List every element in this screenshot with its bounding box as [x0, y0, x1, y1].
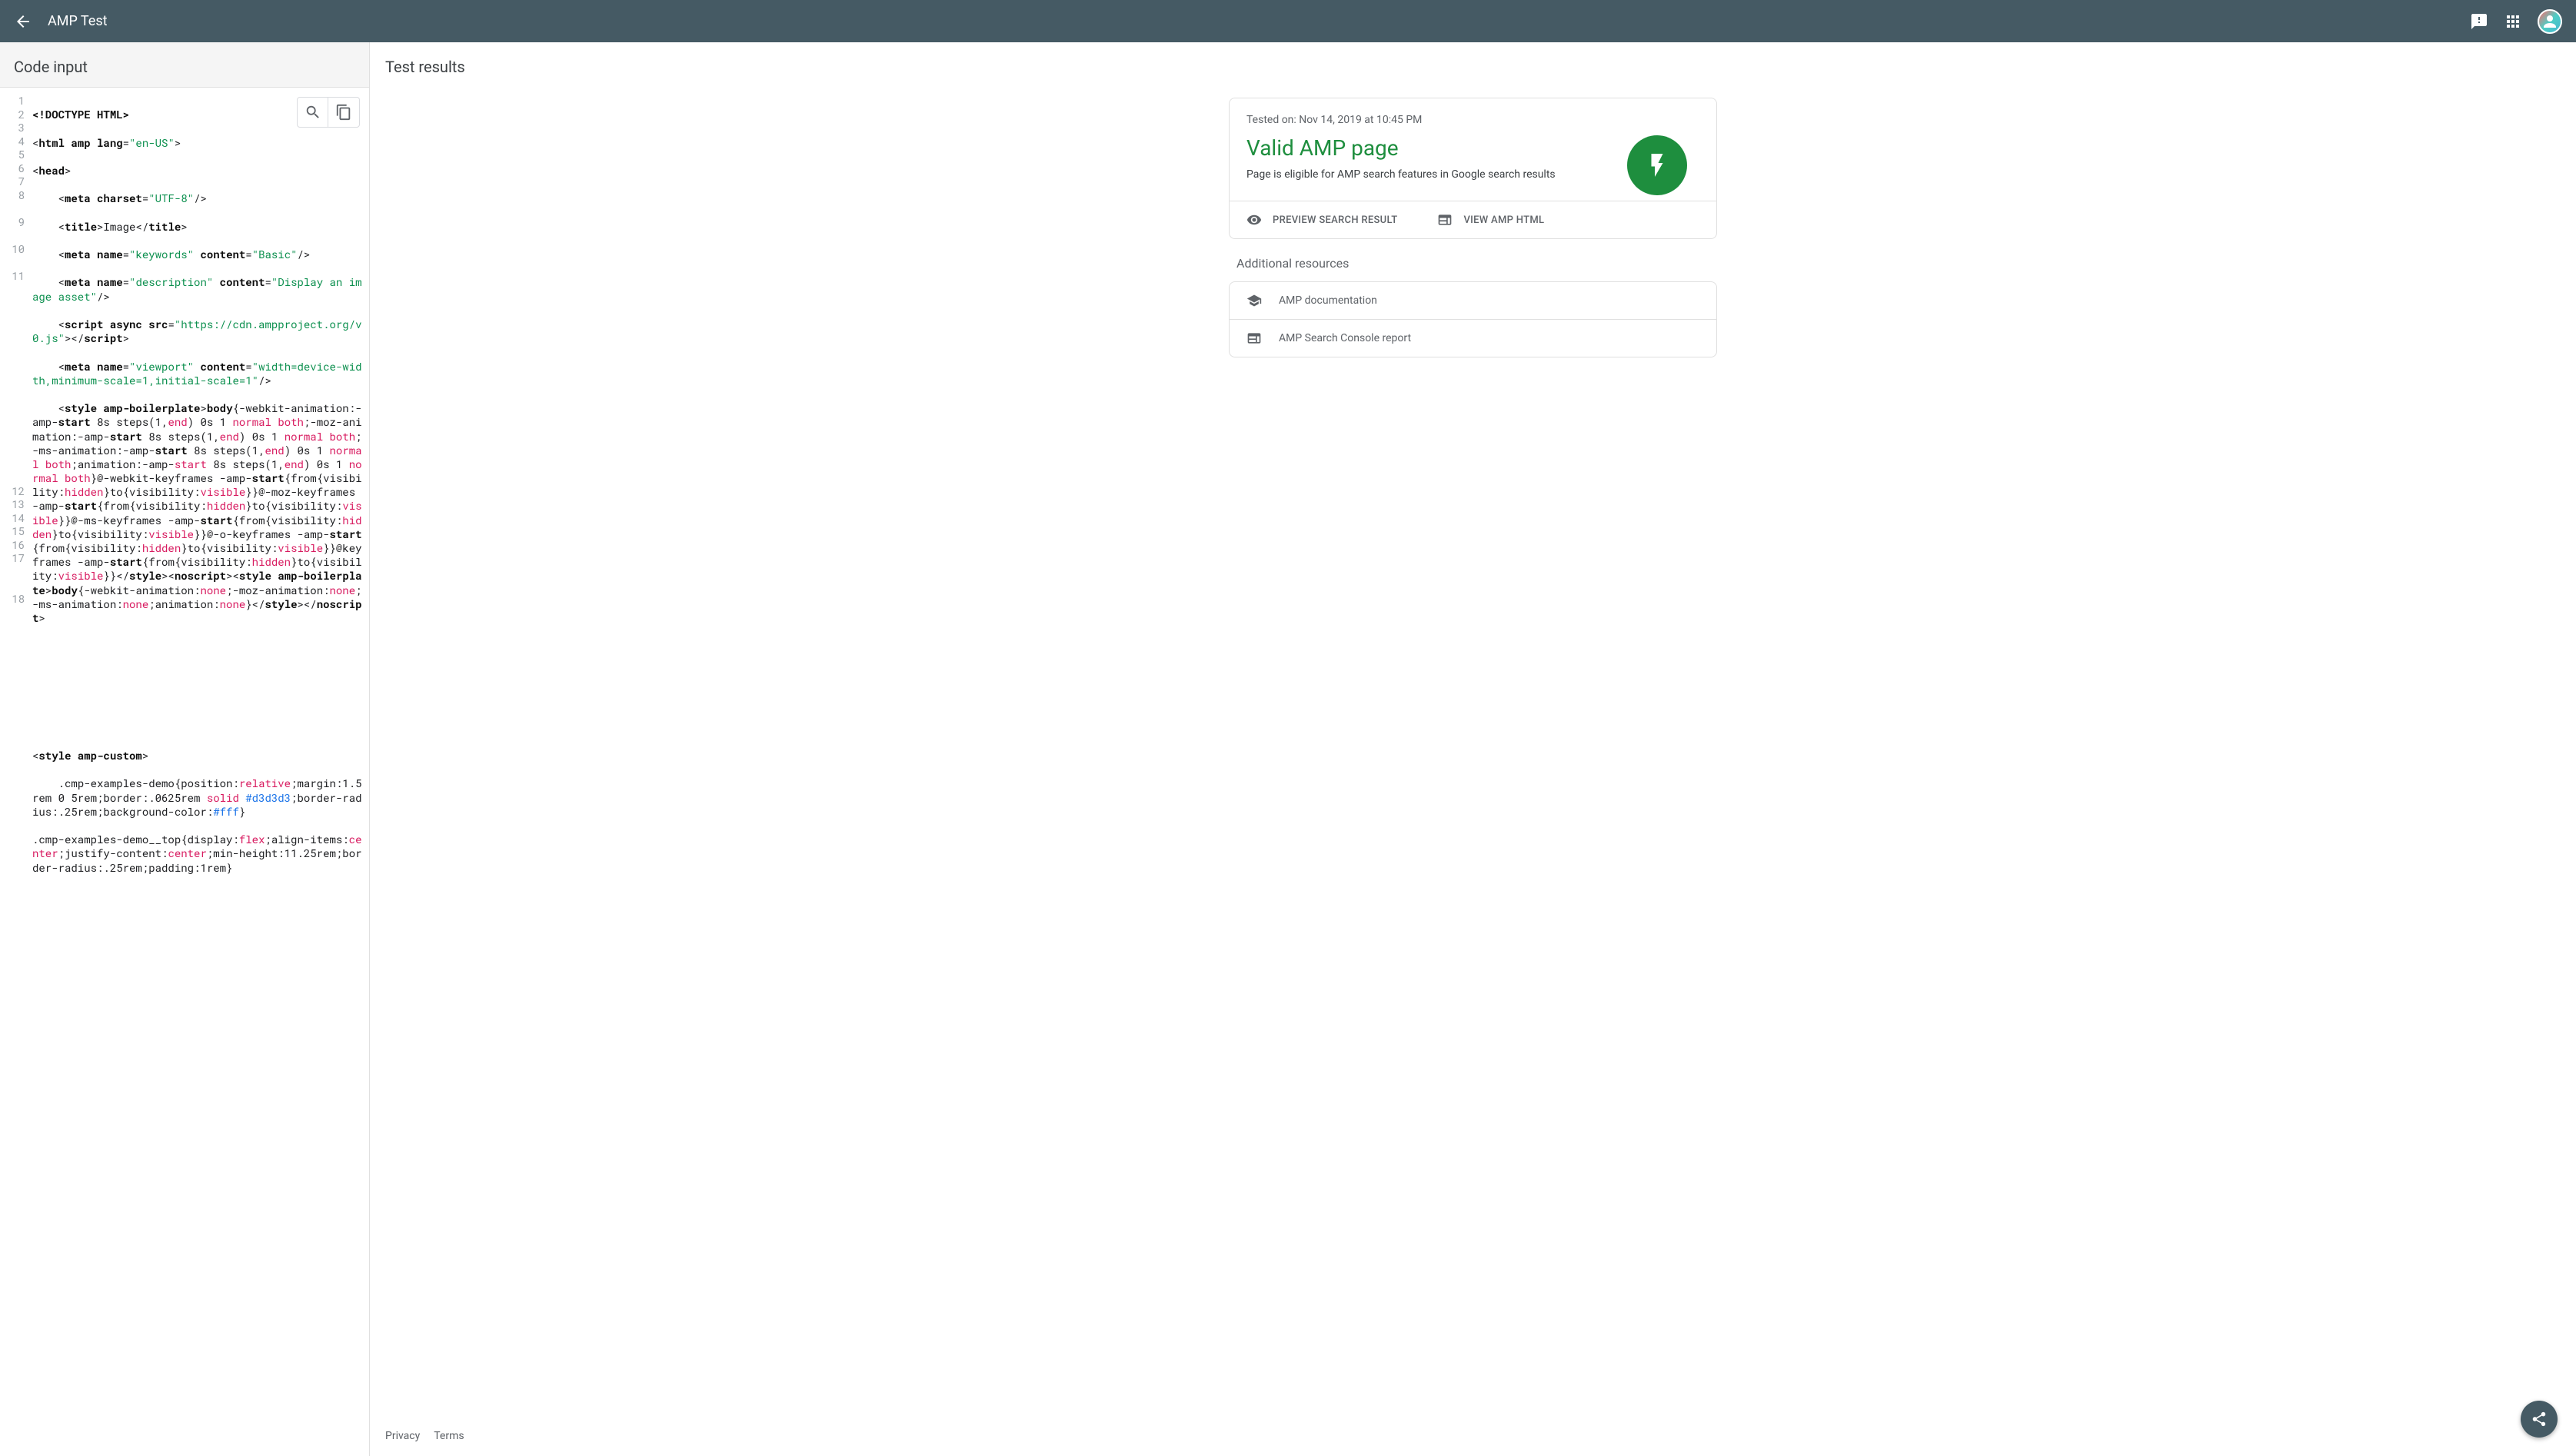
share-fab[interactable]: [2521, 1401, 2558, 1438]
line-numbers: 123456789101112131415161718: [0, 88, 29, 1456]
code-content[interactable]: <!DOCTYPE HTML> <html amp lang="en-US"> …: [29, 88, 369, 1456]
footer: Privacy Terms: [370, 1416, 2576, 1456]
resource-label: AMP Search Console report: [1279, 332, 1411, 344]
resource-label: AMP documentation: [1279, 294, 1377, 307]
result-card: Tested on: Nov 14, 2019 at 10:45 PM Vali…: [1229, 98, 1717, 239]
main-content: Code input 123456789101112131415161718 <…: [0, 42, 2576, 1456]
view-amp-html-button[interactable]: VIEW AMP HTML: [1420, 201, 1561, 238]
preview-label: PREVIEW SEARCH RESULT: [1273, 214, 1397, 226]
apps-icon[interactable]: [2504, 12, 2522, 31]
copy-icon: [335, 104, 352, 121]
copy-code-button[interactable]: [328, 98, 359, 127]
header-actions: [2470, 9, 2562, 34]
tested-on-label: Tested on: Nov 14, 2019 at 10:45 PM: [1246, 114, 1609, 126]
web-icon: [1437, 212, 1453, 228]
search-code-button[interactable]: [298, 98, 328, 127]
amp-search-console-link[interactable]: AMP Search Console report: [1230, 320, 1716, 357]
code-toolbar: [297, 97, 360, 128]
terms-link[interactable]: Terms: [434, 1430, 464, 1442]
privacy-link[interactable]: Privacy: [385, 1430, 420, 1442]
code-input-title: Code input: [0, 42, 369, 87]
amp-documentation-link[interactable]: AMP documentation: [1230, 282, 1716, 320]
web-icon: [1246, 331, 1262, 346]
app-header: AMP Test: [0, 0, 2576, 42]
results-panel: Test results Tested on: Nov 14, 2019 at …: [370, 42, 2576, 1456]
additional-resources-title: Additional resources: [1229, 256, 1717, 271]
code-input-panel: Code input 123456789101112131415161718 <…: [0, 42, 370, 1456]
amp-badge: [1627, 135, 1687, 195]
valid-status-subtitle: Page is eligible for AMP search features…: [1246, 168, 1609, 181]
view-amp-label: VIEW AMP HTML: [1463, 214, 1544, 226]
feedback-icon[interactable]: [2470, 12, 2488, 31]
school-icon: [1246, 293, 1262, 308]
search-icon: [305, 104, 321, 121]
results-title: Test results: [385, 58, 2561, 76]
bolt-icon: [1643, 151, 1671, 179]
valid-status-title: Valid AMP page: [1246, 135, 1609, 161]
code-scroll[interactable]: 123456789101112131415161718 <!DOCTYPE HT…: [0, 88, 369, 1456]
app-title: AMP Test: [48, 13, 2470, 29]
eye-icon: [1246, 212, 1262, 228]
user-avatar[interactable]: [2538, 9, 2562, 34]
preview-search-result-button[interactable]: PREVIEW SEARCH RESULT: [1230, 201, 1414, 238]
back-icon[interactable]: [14, 12, 32, 31]
code-editor[interactable]: 123456789101112131415161718 <!DOCTYPE HT…: [0, 87, 369, 1456]
share-icon: [2531, 1411, 2548, 1428]
resources-list: AMP documentation AMP Search Console rep…: [1229, 281, 1717, 357]
